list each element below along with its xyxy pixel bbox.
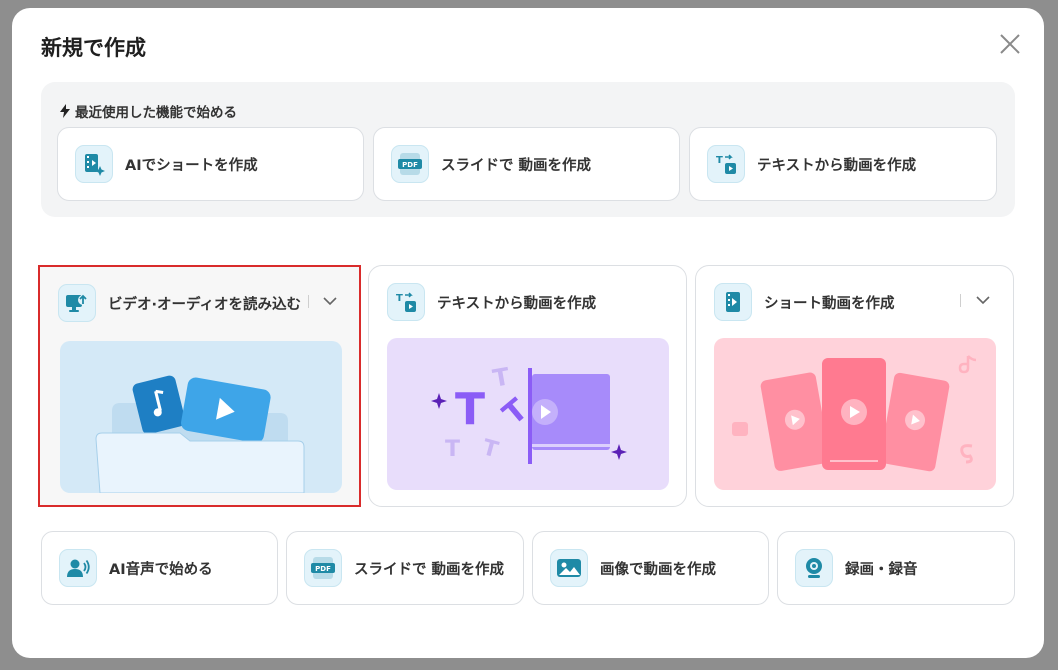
svg-text:PDF: PDF [315, 565, 331, 573]
record-card[interactable]: 録画・録音 [777, 531, 1015, 605]
create-new-dialog: 新規で作成 最近使用した機能で始める AIでショートを作成 PDF スライドで … [12, 8, 1044, 658]
slide-video-card[interactable]: PDF スライドで 動画を作成 [286, 531, 524, 605]
recent-item-slide-video[interactable]: PDF スライドで 動画を作成 [373, 127, 680, 201]
dialog-title: 新規で作成 [41, 36, 146, 60]
card-header: ビデオ·オーディオを読み込む [58, 284, 301, 322]
card-label: テキストから動画を作成 [437, 295, 597, 312]
import-media-card[interactable]: ビデオ·オーディオを読み込む [38, 265, 361, 507]
ai-short-video-icon [75, 145, 113, 183]
header-divider [960, 294, 961, 307]
svg-text:T: T [396, 293, 403, 304]
card-header: T テキストから動画を作成 [387, 283, 596, 321]
pdf-slide-icon: PDF [391, 145, 429, 183]
recent-item-label: テキストから動画を作成 [757, 157, 917, 174]
card-dropdown-toggle[interactable] [973, 290, 993, 310]
svg-text:PDF: PDF [402, 161, 418, 169]
recent-item-ai-short[interactable]: AIでショートを作成 [57, 127, 364, 201]
card-header: ショート動画を作成 [714, 283, 895, 321]
recent-header-label: 最近使用した機能で始める [75, 105, 237, 121]
card-label: 録画・録音 [845, 561, 918, 578]
import-media-illustration [60, 341, 342, 493]
recent-item-label: スライドで 動画を作成 [441, 157, 592, 174]
card-label: スライドで 動画を作成 [354, 561, 505, 578]
text-to-video-card[interactable]: T テキストから動画を作成 T T T T T [368, 265, 687, 507]
text-to-video-icon: T [387, 283, 425, 321]
recent-item-text-to-video[interactable]: T テキストから動画を作成 [689, 127, 997, 201]
text-to-video-illustration: T T T T T [387, 338, 669, 490]
ai-voice-card[interactable]: AI音声で始める [41, 531, 278, 605]
card-dropdown-toggle[interactable] [320, 291, 340, 311]
short-video-icon [714, 283, 752, 321]
card-label: AI音声で始める [109, 561, 213, 578]
recent-item-label: AIでショートを作成 [125, 157, 258, 174]
lightning-icon [60, 104, 70, 118]
text-to-video-icon: T [707, 145, 745, 183]
short-video-illustration [714, 338, 996, 490]
short-video-card[interactable]: ショート動画を作成 [695, 265, 1014, 507]
ai-voice-icon [59, 549, 97, 587]
recent-header: 最近使用した機能で始める [59, 101, 237, 121]
chevron-down-icon [323, 297, 337, 306]
import-media-icon [58, 284, 96, 322]
recent-features-panel: 最近使用した機能で始める AIでショートを作成 PDF スライドで 動画を作成 … [41, 82, 1015, 217]
close-button[interactable] [996, 30, 1024, 58]
svg-text:T: T [455, 384, 485, 435]
svg-text:T: T [445, 437, 460, 462]
card-label: ショート動画を作成 [764, 295, 895, 312]
image-icon [550, 549, 588, 587]
header-divider [308, 295, 309, 308]
image-video-card[interactable]: 画像で動画を作成 [532, 531, 769, 605]
chevron-down-icon [976, 296, 990, 305]
webcam-icon [795, 549, 833, 587]
card-label: ビデオ·オーディオを読み込む [108, 296, 301, 313]
card-label: 画像で動画を作成 [600, 561, 716, 578]
pdf-slide-icon: PDF [304, 549, 342, 587]
close-icon [1000, 34, 1020, 54]
svg-text:T: T [716, 155, 723, 166]
